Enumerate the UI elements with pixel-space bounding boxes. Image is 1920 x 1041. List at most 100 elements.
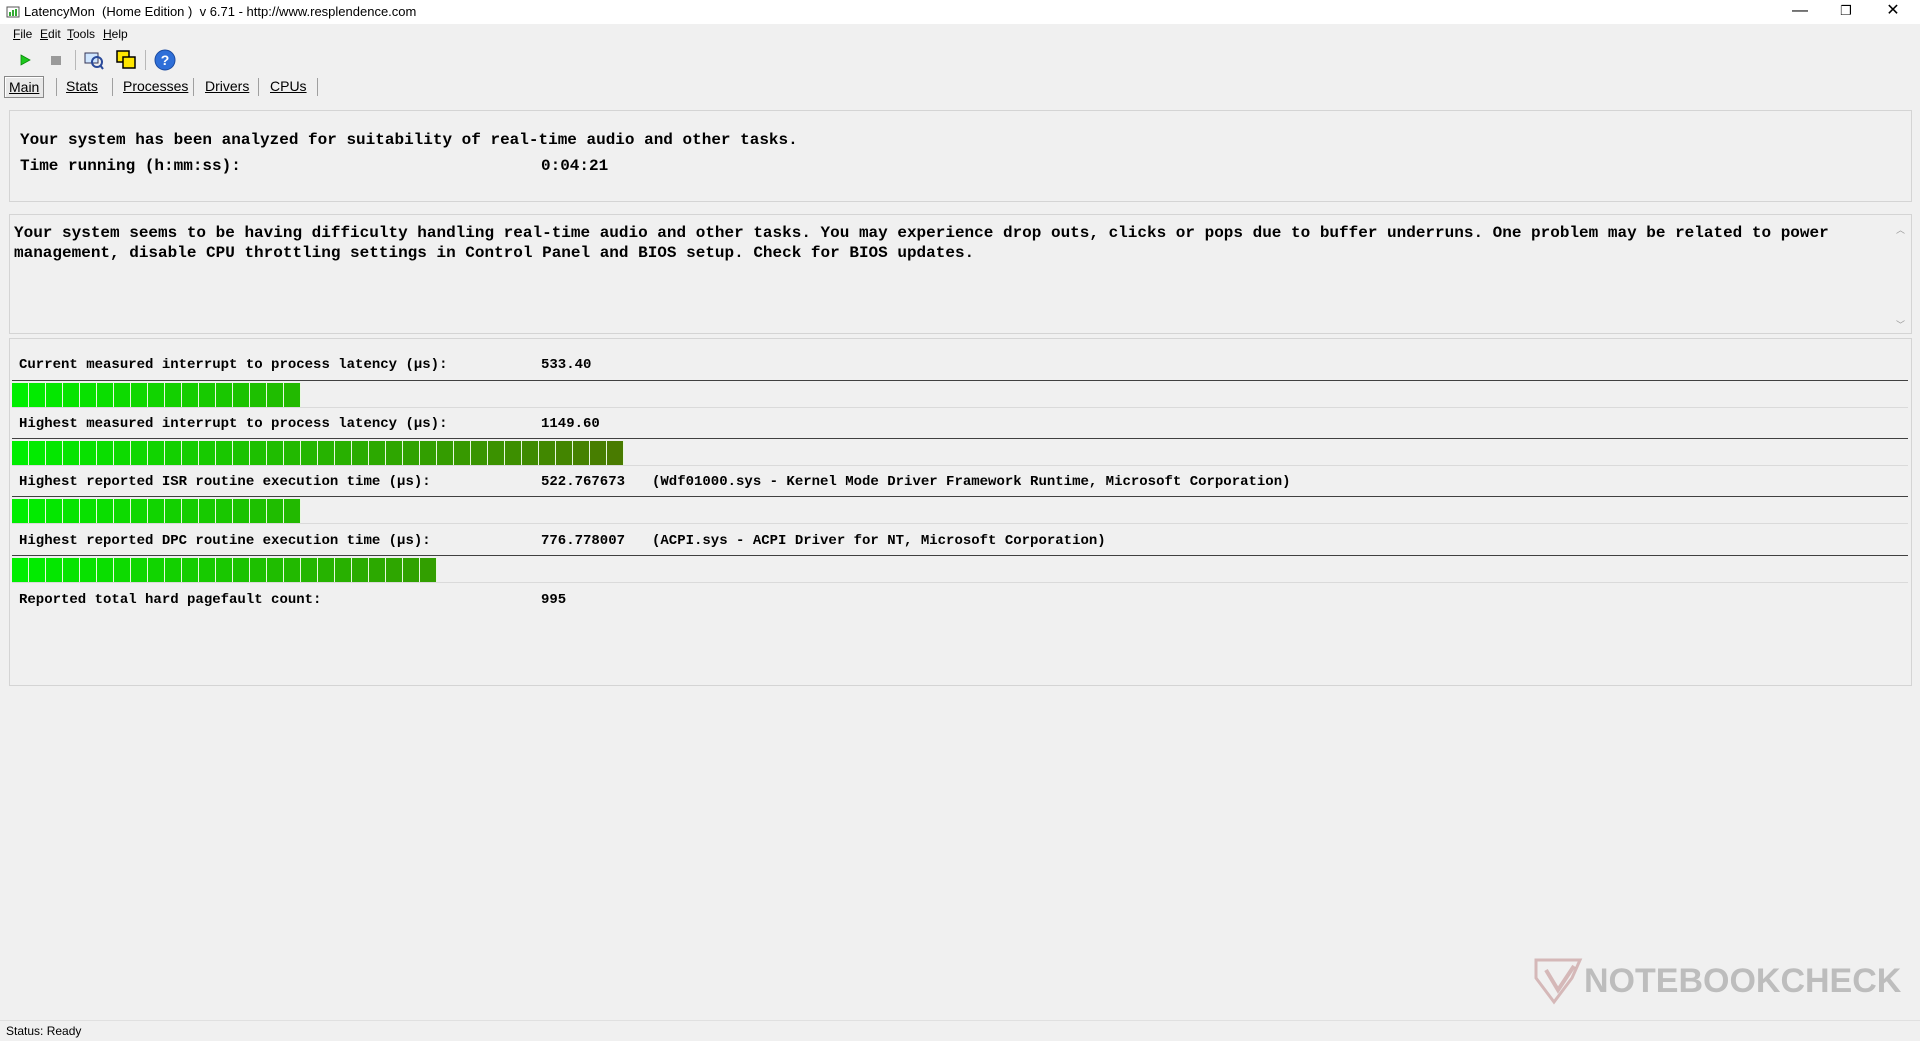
play-icon[interactable] [13,48,37,72]
menu-help[interactable]: Help [103,27,128,41]
metric-detail: (ACPI.sys - ACPI Driver for NT, Microsof… [652,533,1106,549]
metrics-panel: Current measured interrupt to process la… [9,338,1912,686]
tab-separator [258,78,259,96]
meter-segment [46,558,63,582]
meter-segment [97,558,114,582]
meter-segment [131,441,148,465]
meter-segment [80,499,97,523]
status-text: Status: Ready [6,1024,82,1038]
meter-segment [233,441,250,465]
meter-segment [284,558,301,582]
meter-segment [352,558,369,582]
watermark-text: NOTEBOOKCHECK [1584,962,1902,1000]
monitor-icon[interactable] [82,48,106,72]
meter-segment [267,383,284,407]
meter-segment [131,558,148,582]
window-title: LatencyMon (Home Edition ) v 6.71 - http… [24,4,417,19]
svg-text:?: ? [161,52,170,68]
minimize-button[interactable]: — [1777,0,1823,24]
meter-segment [63,441,80,465]
status-bar: Status: Ready [0,1020,1920,1041]
tab-main[interactable]: Main [4,76,45,98]
latency-meter [12,438,1908,466]
meter-segment [97,441,114,465]
meter-segment [505,441,522,465]
meter-segment [29,558,46,582]
tab-separator [112,78,113,96]
meter-segment [335,441,352,465]
toolbar-separator [75,50,76,70]
close-button[interactable]: ✕ [1870,0,1916,24]
scroll-up-arrow-icon[interactable]: ︿ [1896,223,1905,236]
meter-segment [182,441,199,465]
meter-segment [182,499,199,523]
meter-segment [556,441,573,465]
menu-edit[interactable]: Edit [40,27,61,41]
meter-segment [131,499,148,523]
stop-icon[interactable] [44,48,68,72]
meter-segment [403,441,420,465]
message-panel[interactable]: Your system seems to be having difficult… [9,214,1912,334]
meter-segment [352,441,369,465]
meter-segment [12,383,29,407]
tab-separator [317,78,318,96]
meter-segment [284,499,301,523]
windows-icon[interactable] [114,48,138,72]
time-running-value: 0:04:21 [541,157,609,175]
meter-segment [369,441,386,465]
meter-segment [454,441,471,465]
meter-segment [369,558,386,582]
metric-detail: (Wdf01000.sys - Kernel Mode Driver Frame… [652,474,1291,490]
meter-segment [199,558,216,582]
analysis-message: Your system seems to be having difficult… [14,224,1829,262]
tab-drivers[interactable]: Drivers [201,76,253,96]
latency-meter [12,555,1908,583]
meter-segment [284,383,301,407]
meter-segment [63,383,80,407]
meter-segment [29,441,46,465]
meter-segment [80,383,97,407]
menu-file[interactable]: File [13,27,32,41]
meter-segment [46,499,63,523]
scroll-down-arrow-icon[interactable]: ﹀ [1896,318,1905,331]
menu-tools[interactable]: Tools [67,27,95,41]
pagefault-value: 995 [541,592,567,608]
restore-button[interactable]: ❐ [1823,0,1869,24]
meter-segment [267,441,284,465]
meter-segment [267,558,284,582]
metric-label: Highest reported ISR routine execution t… [19,474,431,490]
meter-segment [114,383,131,407]
meter-segment [539,441,556,465]
meter-segment [250,558,267,582]
meter-segment [80,558,97,582]
meter-segment [573,441,590,465]
meter-segment [386,558,403,582]
meter-segment [182,558,199,582]
meter-segment [46,383,63,407]
meter-segment [199,383,216,407]
tab-separator [193,78,194,96]
meter-segment [233,499,250,523]
tab-stats[interactable]: Stats [62,76,102,96]
metric-value: 1149.60 [541,416,600,432]
meter-segment [216,558,233,582]
metric-value: 522.767673 [541,474,626,490]
meter-segment [522,441,539,465]
toolbar-separator [145,50,146,70]
meter-segment [318,441,335,465]
meter-segment [301,441,318,465]
meter-segment [148,499,165,523]
meter-segment [607,441,624,465]
help-icon[interactable]: ? [153,48,177,72]
latency-meter [12,380,1908,408]
meter-segment [250,441,267,465]
meter-segment [250,383,267,407]
tab-processes[interactable]: Processes [119,76,192,96]
tab-strip: Main Stats Processes Drivers CPUs [0,74,1920,98]
meter-segment [216,383,233,407]
metric-value: 533.40 [541,357,592,373]
app-icon [6,6,20,18]
meter-segment [165,558,182,582]
meter-segment [488,441,505,465]
tab-cpus[interactable]: CPUs [266,76,311,96]
